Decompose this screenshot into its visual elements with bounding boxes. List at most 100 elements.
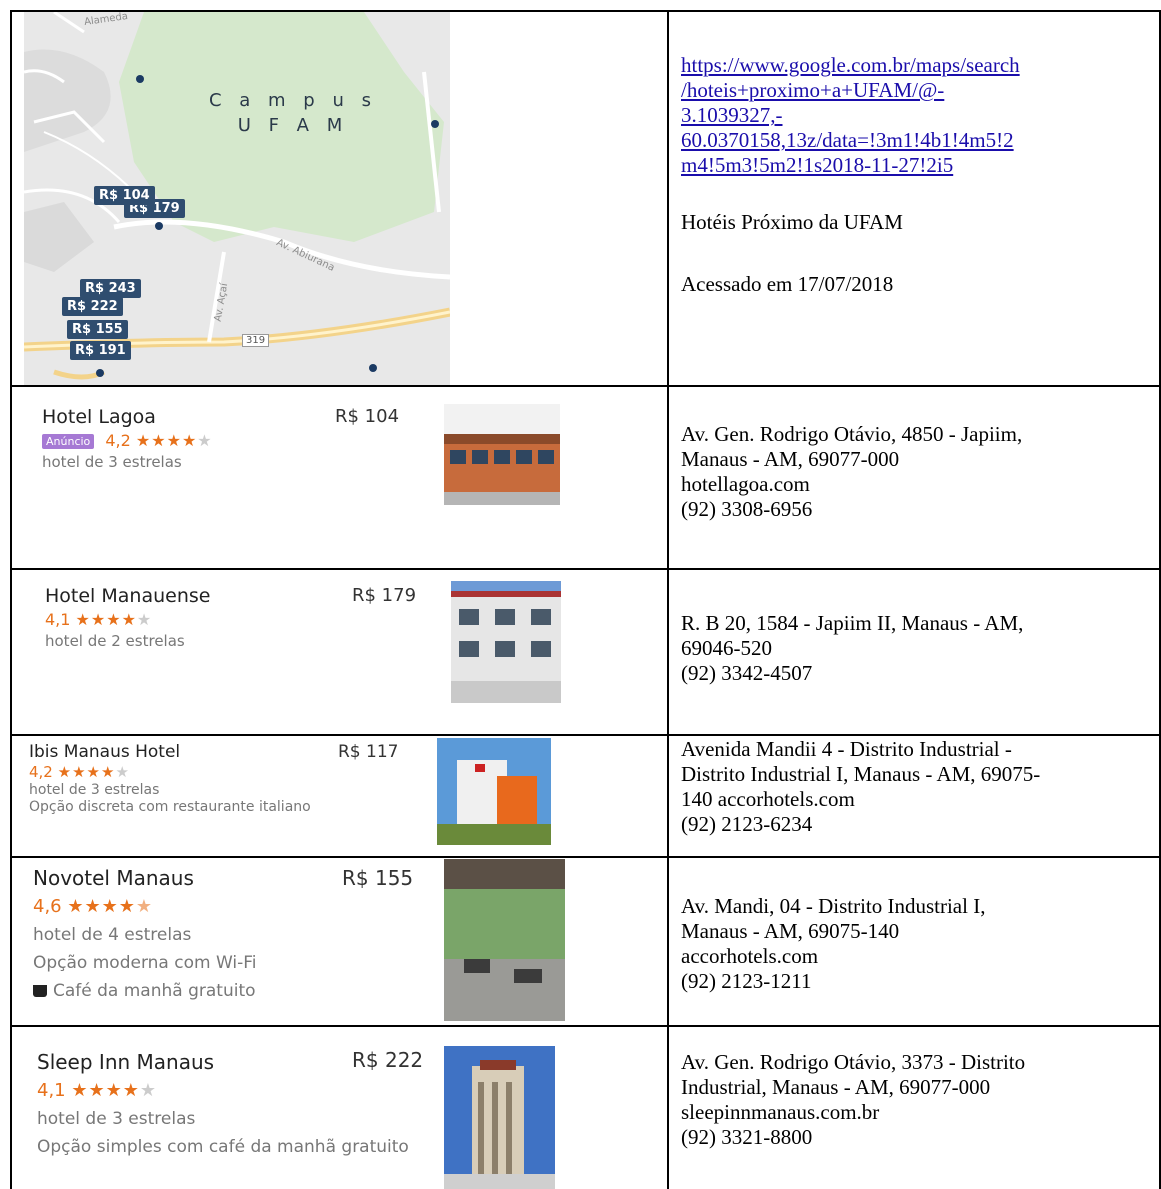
address-line: Av. Gen. Rodrigo Otávio, 3373 - Distrito [681,1050,1026,1074]
hotel-details: Av. Mandi, 04 - Distrito Industrial I, M… [671,894,1155,994]
star-icon: ★★★★ [75,610,137,629]
hotel-rating: 4,1 ★★★★★ [45,610,435,629]
building-image [451,581,561,703]
star-empty-icon: ★ [197,431,212,450]
price-pin[interactable]: R$ 155 [67,320,128,339]
star-icon: ★★★★ [67,896,136,917]
address-line: Av. Gen. Rodrigo Otávio, 4850 - Japiim, [681,422,1023,446]
hotel-photo[interactable] [451,581,561,703]
phone[interactable]: (92) 3321-8800 [681,1125,1155,1150]
map-thumbnail[interactable]: Alameda Av. Abiurana Av. Açaí 319 C a m … [24,12,450,385]
address-line: Av. Mandi, 04 - Distrito Industrial I, [681,894,986,918]
hotel-class: hotel de 3 estrelas [37,1109,196,1129]
amenity: Café da manhã gratuito [33,981,433,1001]
maps-search-link[interactable]: https://www.google.com.br/maps/search /h… [681,53,1155,178]
star-empty-icon: ★ [115,763,129,781]
address-line: 69046-520 [681,636,772,660]
address-line: Distrito Industrial I, Manaus - AM, 6907… [681,762,1041,786]
hotel-card[interactable]: Ibis Manaus Hotel 4,2 ★★★★★ hotel de 3 e… [29,742,429,815]
table-border-left [10,10,12,1189]
rating-value: 4,1 [45,610,71,629]
price-pin[interactable]: R$ 243 [80,279,141,298]
hotel-description: Opção simples com café da manhã gratuito [37,1137,409,1157]
hotel-card[interactable]: Hotel Manauense 4,1 ★★★★★ hotel de 2 est… [45,585,435,650]
website[interactable]: accorhotels.com [681,944,1155,969]
address-line: 140 accorhotels.com [681,787,855,811]
hotel-card[interactable]: Sleep Inn Manaus 4,1 ★★★★★ hotel de 3 es… [37,1048,437,1157]
address-line: Manaus - AM, 69075-140 [681,919,900,943]
url-line: 60.0370158,13z/data=!3m1!4b1!4m5!2 [681,128,1014,152]
map-dot[interactable] [96,369,104,377]
source-cell: https://www.google.com.br/maps/search /h… [671,53,1155,297]
hotel-price: R$ 222 [352,1048,424,1072]
hotel-photo[interactable] [444,859,565,1021]
address-line: R. B 20, 1584 - Japiim II, Manaus - AM, [681,611,1024,635]
phone[interactable]: (92) 3342-4507 [681,661,1155,686]
phone[interactable]: (92) 3308-6956 [681,497,1155,522]
star-half-icon: ★ [135,896,153,917]
hotel-price: R$ 104 [335,406,400,427]
hotel-card[interactable]: Hotel Lagoa Anúncio 4,2 ★★★★★ hotel de 3… [42,406,432,471]
building-image [437,738,551,845]
star-empty-icon: ★ [139,1080,157,1101]
campus-label-line1: C a m p u s [209,90,377,111]
hotel-card[interactable]: Novotel Manaus 4,6 ★★★★★ hotel de 4 estr… [33,866,433,1001]
accessed-date: Acessado em 17/07/2018 [681,272,894,296]
star-icon: ★★★★ [135,431,198,450]
price-pin[interactable]: R$ 222 [62,297,123,316]
campus-label-line2: U F A M [237,115,349,136]
hotel-rating: 4,1 ★★★★★ [37,1080,437,1101]
hotel-rating: 4,2 ★★★★★ [29,763,429,781]
hotel-details: Av. Gen. Rodrigo Otávio, 4850 - Japiim, … [671,422,1155,522]
phone[interactable]: (92) 2123-1211 [681,969,1155,994]
hotel-price: R$ 117 [338,742,399,762]
hotel-photo[interactable] [444,404,560,505]
price-pin[interactable]: R$ 104 [94,186,155,205]
map-dot[interactable] [369,364,377,372]
hotel-class: hotel de 2 estrelas [45,632,185,650]
building-image [444,859,565,1021]
hotel-class: hotel de 4 estrelas [33,925,192,945]
url-line: https://www.google.com.br/maps/search [681,53,1020,77]
rating-value: 4,1 [37,1080,66,1101]
coffee-icon [33,985,47,997]
star-icon: ★★★★ [57,763,116,781]
page-title: Hotéis Próximo da UFAM [681,210,903,234]
star-icon: ★★★★ [71,1080,140,1101]
highway-shield: 319 [242,334,270,347]
url-line: m4!5m3!5m2!1s2018-11-27!2i5 [681,153,954,177]
ad-badge: Anúncio [42,434,95,449]
hotel-description: Opção discreta com restaurante italiano [29,799,311,815]
hotel-price: R$ 155 [342,866,414,890]
website[interactable]: sleepinnmanaus.com.br [681,1100,1155,1125]
row-divider [10,1025,1161,1027]
price-pin[interactable]: R$ 191 [70,341,131,360]
building-image [444,1046,555,1189]
hotel-class: hotel de 3 estrelas [42,453,182,471]
address-line: Industrial, Manaus - AM, 69077-000 [681,1075,991,1099]
url-line: 3.1039327,- [681,103,783,127]
rating-value: 4,2 [105,431,131,450]
hotel-details: Av. Gen. Rodrigo Otávio, 3373 - Distrito… [671,1050,1155,1150]
hotel-rating: 4,6 ★★★★★ [33,896,433,917]
hotel-photo[interactable] [437,738,551,845]
star-empty-icon: ★ [136,610,152,629]
hotel-details: R. B 20, 1584 - Japiim II, Manaus - AM, … [671,611,1155,686]
row-divider [10,385,1161,387]
hotel-photo[interactable] [444,1046,555,1189]
rating-value: 4,6 [33,896,62,917]
hotel-price: R$ 179 [352,585,417,606]
map-dot[interactable] [155,222,163,230]
website[interactable]: hotellagoa.com [681,472,1155,497]
rating-value: 4,2 [29,763,53,781]
map-dot[interactable] [136,75,144,83]
row-divider [10,856,1161,858]
hotel-class: hotel de 3 estrelas [29,782,160,798]
building-image [444,404,560,505]
row-divider [10,568,1161,570]
map-dot[interactable] [431,120,439,128]
phone[interactable]: (92) 2123-6234 [681,812,1155,837]
address-line: Manaus - AM, 69077-000 [681,447,900,471]
table-column-divider [667,10,669,1189]
url-line: /hoteis+proximo+a+UFAM/@- [681,78,945,102]
